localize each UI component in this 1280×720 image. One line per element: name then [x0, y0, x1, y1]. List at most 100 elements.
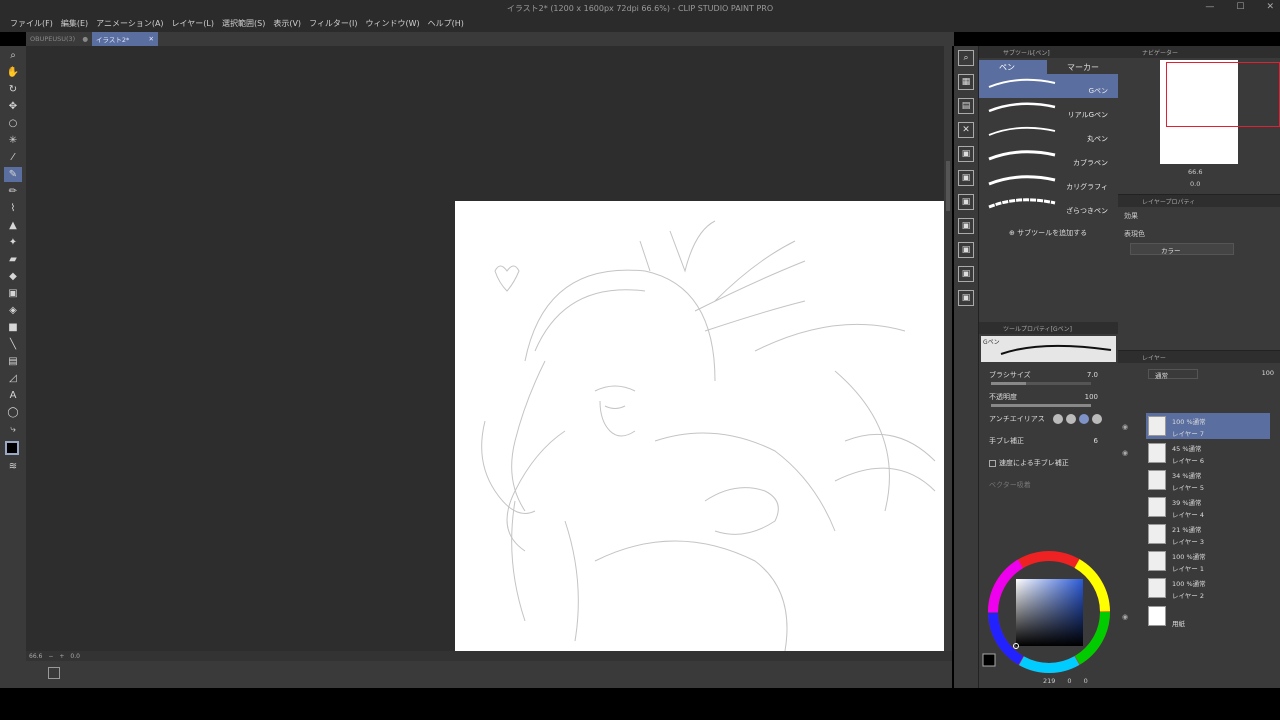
speed-stabilization-checkbox[interactable]	[989, 459, 996, 467]
brush-g-pen[interactable]: Gペン	[979, 74, 1118, 98]
layer-row[interactable]: 100 %通常 レイヤー 1	[1146, 548, 1270, 574]
menu-file[interactable]: ファイル(F)	[6, 16, 57, 32]
rotate-icon[interactable]: ↻	[4, 82, 22, 97]
navigator-zoom[interactable]: 66.6	[1188, 168, 1202, 176]
zoom-out-icon[interactable]: −	[48, 653, 53, 660]
layer-row[interactable]: 100 %通常 レイヤー 2	[1146, 575, 1270, 601]
menu-window[interactable]: ウィンドウ(W)	[362, 16, 424, 32]
brush-size-row[interactable]: ブラシサイズ 7.0	[979, 364, 1118, 386]
layer-opacity-value[interactable]: 100	[1262, 369, 1274, 377]
eraser-icon[interactable]: ▰	[4, 252, 22, 267]
close-tab-icon[interactable]: ●	[82, 35, 88, 43]
close-tab-icon[interactable]: ✕	[149, 35, 154, 43]
gradient-icon[interactable]: ■	[4, 320, 22, 335]
material-folder-icon[interactable]: ▣	[958, 146, 974, 162]
history-icon[interactable]: ▣	[958, 242, 974, 258]
menu-animation[interactable]: アニメーション(A)	[92, 16, 167, 32]
brush-size-slider[interactable]	[991, 382, 1091, 385]
balloon-icon[interactable]: ◯	[4, 405, 22, 420]
eye-icon[interactable]: ◉	[1122, 613, 1132, 621]
opacity-slider[interactable]	[991, 404, 1091, 407]
correct-line-icon[interactable]: ⤷	[4, 422, 22, 437]
search-icon[interactable]: ⌕	[958, 50, 974, 66]
brush-zaratsuki-pen[interactable]: ざらつきペン	[979, 194, 1118, 218]
pattern-material-icon[interactable]: ▣	[958, 194, 974, 210]
layer-search-icon[interactable]: ▤	[958, 98, 974, 114]
canvas-area[interactable]	[26, 46, 944, 651]
tab-marker[interactable]: マーカー	[1047, 60, 1115, 74]
color-wheel[interactable]	[979, 536, 1119, 676]
tab-obupeusu[interactable]: OBUPEUSU(3) ●	[26, 32, 92, 46]
brush-kabura-pen[interactable]: カブラペン	[979, 146, 1118, 170]
image-material-icon[interactable]: ▣	[958, 170, 974, 186]
maximize-icon[interactable]: ☐	[1236, 2, 1244, 12]
timeline-icon[interactable]	[48, 667, 60, 679]
menu-selection[interactable]: 選択範囲(S)	[218, 16, 269, 32]
text-icon[interactable]: A	[4, 388, 22, 403]
canvas-paper[interactable]	[455, 201, 944, 651]
brush-maru-pen[interactable]: 丸ペン	[979, 122, 1118, 146]
brush-icon[interactable]: ⌇	[4, 201, 22, 216]
zoom-value[interactable]: 66.6	[29, 653, 42, 660]
decoration-icon[interactable]: ✦	[4, 235, 22, 250]
magic-wand-icon[interactable]: ✳	[4, 133, 22, 148]
menu-view[interactable]: 表示(V)	[269, 16, 305, 32]
layer-row[interactable]: 100 %通常 レイヤー 7	[1146, 413, 1270, 439]
bucket-icon[interactable]: ◈	[4, 303, 22, 318]
main-color-swatch[interactable]	[5, 441, 19, 455]
material-icon[interactable]: ▦	[958, 74, 974, 90]
menu-filter[interactable]: フィルター(I)	[305, 16, 361, 32]
scrollbar-thumb[interactable]	[946, 161, 950, 211]
3d-material-icon[interactable]: ▣	[958, 218, 974, 234]
ruler-icon[interactable]: ◿	[4, 371, 22, 386]
blend-mode-select[interactable]: 通常	[1148, 369, 1198, 380]
info-icon[interactable]: ▣	[958, 290, 974, 306]
frame-icon[interactable]: ▤	[4, 354, 22, 369]
expression-color-select[interactable]: カラー	[1130, 243, 1234, 255]
airbrush-icon[interactable]: ▲	[4, 218, 22, 233]
opacity-value[interactable]: 100	[1085, 393, 1098, 401]
eye-icon[interactable]: ◉	[1122, 423, 1132, 431]
vector-snap-row[interactable]: ベクター吸着	[979, 474, 1118, 496]
quick-access-icon[interactable]: ▣	[958, 266, 974, 282]
navigator-view-rect[interactable]	[1166, 62, 1280, 127]
pencil-icon[interactable]: ✏	[4, 184, 22, 199]
opacity-row[interactable]: 不透明度 100	[979, 386, 1118, 408]
antialias-row[interactable]: アンチエイリアス	[979, 408, 1118, 430]
zoom-icon[interactable]: ⌕	[4, 48, 22, 63]
brush-calligraphy[interactable]: カリグラフィ	[979, 170, 1118, 194]
close-icon[interactable]: ✕	[1266, 2, 1274, 12]
stabilization-row[interactable]: 手ブレ補正 6	[979, 430, 1118, 452]
rotation-value[interactable]: 0.0	[70, 653, 80, 660]
move-icon[interactable]: ✥	[4, 99, 22, 114]
canvas-vertical-scrollbar[interactable]	[944, 46, 952, 651]
menu-edit[interactable]: 編集(E)	[57, 16, 92, 32]
figure-icon[interactable]: ╲	[4, 337, 22, 352]
pattern-icon[interactable]: ≋	[4, 459, 22, 474]
minimize-icon[interactable]: —	[1205, 2, 1214, 12]
tab-illust2[interactable]: イラスト2* ✕	[92, 32, 158, 46]
navigator-rotation[interactable]: 0.0	[1190, 180, 1200, 188]
menu-help[interactable]: ヘルプ(H)	[424, 16, 468, 32]
layer-row[interactable]: 39 %通常 レイヤー 4	[1146, 494, 1270, 520]
layer-row[interactable]: 34 %通常 レイヤー 5	[1146, 467, 1270, 493]
brush-real-g-pen[interactable]: リアルGペン	[979, 98, 1118, 122]
zoom-in-icon[interactable]: +	[59, 653, 64, 660]
add-subtool-button[interactable]: ⊕ サブツールを追加する	[979, 218, 1118, 238]
lasso-icon[interactable]: ○	[4, 116, 22, 131]
speed-stabilization-row[interactable]: 速度による手ブレ補正	[979, 452, 1118, 474]
layer-row[interactable]: 21 %通常 レイヤー 3	[1146, 521, 1270, 547]
brush-size-value[interactable]: 7.0	[1087, 371, 1098, 379]
eyedropper-icon[interactable]: ⁄	[4, 150, 22, 165]
blend-icon[interactable]: ◆	[4, 269, 22, 284]
layer-row[interactable]: 45 %通常 レイヤー 6	[1146, 440, 1270, 466]
stabilization-value[interactable]: 6	[1094, 437, 1098, 445]
close-panel-icon[interactable]: ✕	[958, 122, 974, 138]
tab-pen[interactable]: ペン	[979, 60, 1047, 74]
hand-icon[interactable]: ✋	[4, 65, 22, 80]
layer-row-paper[interactable]: 用紙	[1146, 603, 1270, 629]
antialias-options[interactable]	[1053, 414, 1102, 424]
eye-icon[interactable]: ◉	[1122, 449, 1132, 457]
pen-icon[interactable]: ✎	[4, 167, 22, 182]
menu-layer[interactable]: レイヤー(L)	[168, 16, 218, 32]
